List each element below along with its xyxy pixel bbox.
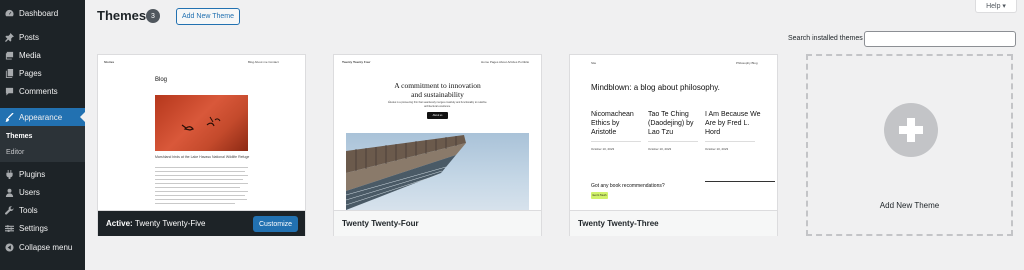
theme-name: Twenty Twenty-Three — [578, 219, 659, 228]
sidebar-item-label: Collapse menu — [19, 242, 73, 252]
preview-headline: Mindblown: a blog about philosophy. — [591, 83, 720, 92]
theme-card-footer-active: Active: Twenty Twenty-Five Customize — [98, 210, 305, 236]
sidebar-item-comments[interactable]: Comments — [0, 82, 85, 100]
preview-post-title: Marshland birds at the Lake Havasu Natio… — [155, 155, 250, 159]
sidebar-item-label: Dashboard — [19, 8, 59, 18]
preview-text-line — [155, 187, 240, 188]
preview-post-date: October 10, 2023 — [705, 147, 729, 151]
preview-text-line — [155, 195, 245, 196]
preview-heading: Blog — [155, 77, 168, 83]
theme-card-twenty-twenty-four[interactable]: Twenty Twenty Four Home Pages About Arti… — [333, 54, 542, 236]
brush-icon — [4, 112, 14, 122]
page-title: Themes — [97, 8, 147, 23]
sidebar-item-media[interactable]: Media — [0, 46, 85, 64]
preview-button: About us — [427, 112, 448, 119]
preview-excerpt-line — [648, 141, 698, 142]
preview-post-title: Nicomachean Ethics by Aristotle — [591, 111, 634, 136]
media-icon — [4, 50, 14, 60]
users-icon — [4, 187, 14, 197]
sidebar-item-dashboard[interactable]: Dashboard — [0, 4, 85, 22]
customize-button[interactable]: Customize — [253, 216, 298, 232]
preview-headline: A commitment to innovation — [394, 81, 481, 90]
sidebar-item-label: Posts — [19, 32, 40, 42]
add-new-theme-card[interactable]: Add New Theme — [806, 54, 1013, 236]
theme-screenshot[interactable]: Site Philosophy Blog Mindblown: a blog a… — [570, 55, 777, 210]
preview-subtitle: Études is a pioneering firm that seamles… — [388, 101, 487, 108]
plus-icon-bar — [907, 118, 915, 142]
preview-nav: Philosophy Blog — [736, 61, 758, 65]
preview-text-line — [155, 199, 247, 200]
sidebar-item-label: Tools — [19, 205, 38, 215]
sidebar-item-label: Pages — [19, 68, 42, 78]
wrench-icon — [4, 205, 14, 215]
preview-site-title: Site — [591, 61, 597, 65]
preview-post-date: October 10, 2023 — [648, 147, 672, 151]
preview-excerpt-line — [705, 141, 755, 142]
plus-icon — [884, 103, 938, 157]
search-label: Search installed themes — [788, 35, 863, 42]
preview-cta-button: Get In Touch — [591, 192, 608, 199]
sidebar-item-pages[interactable]: Pages — [0, 64, 85, 82]
preview-nav: Blog About me Contact — [248, 60, 279, 64]
active-label: Active: — [106, 219, 133, 228]
preview-post-date: October 10, 2023 — [591, 147, 615, 151]
collapse-menu-button[interactable]: Collapse menu — [0, 238, 85, 256]
pages-icon — [4, 68, 14, 78]
submenu-item-themes[interactable]: Themes — [6, 133, 32, 140]
sidebar-item-label: Appearance — [19, 112, 63, 122]
add-new-theme-button[interactable]: Add New Theme — [176, 8, 240, 25]
preview-post-title: Tao Te Ching (Daodejing) by Lao Tzu — [648, 111, 694, 136]
preview-building-image — [345, 133, 529, 210]
appearance-submenu: Themes Editor — [0, 126, 85, 162]
pin-icon — [4, 32, 14, 42]
sidebar-item-label: Comments — [19, 86, 58, 96]
sidebar-item-label: Media — [19, 50, 41, 60]
theme-name: Twenty Twenty-Five — [134, 219, 206, 228]
preview-headline: and sustainability — [411, 90, 464, 99]
theme-screenshot[interactable]: Stories Blog About me Contact Blog Marsh… — [98, 55, 305, 210]
theme-card-footer: Twenty Twenty-Four — [334, 210, 541, 236]
theme-card-twenty-twenty-three[interactable]: Site Philosophy Blog Mindblown: a blog a… — [569, 54, 778, 236]
preview-text-line — [155, 203, 235, 204]
sidebar-item-tools[interactable]: Tools — [0, 201, 85, 219]
preview-excerpt-line — [591, 141, 641, 142]
sidebar-item-settings[interactable]: Settings — [0, 219, 85, 237]
preview-text-line — [155, 175, 248, 176]
preview-hero-image — [155, 95, 248, 151]
theme-screenshot[interactable]: Twenty Twenty Four Home Pages About Arti… — [334, 55, 541, 210]
settings-icon — [4, 223, 14, 233]
plugin-icon — [4, 169, 14, 179]
search-themes-input[interactable] — [864, 31, 1016, 47]
theme-card-twenty-twenty-five[interactable]: Stories Blog About me Contact Blog Marsh… — [97, 54, 306, 236]
preview-nav: Home Pages About Articles Portfolio — [481, 60, 530, 64]
add-new-theme-label: Add New Theme — [879, 201, 940, 210]
preview-site-title: Stories — [104, 60, 115, 64]
sidebar-item-label: Plugins — [19, 169, 46, 179]
sidebar-item-users[interactable]: Users — [0, 183, 85, 201]
submenu-item-editor[interactable]: Editor — [6, 149, 24, 156]
comments-icon — [4, 86, 14, 96]
preview-text-line — [155, 167, 248, 168]
preview-site-title: Twenty Twenty Four — [342, 60, 371, 64]
admin-sidebar: Dashboard Posts Media Pages Comments App… — [0, 0, 85, 270]
sidebar-item-plugins[interactable]: Plugins — [0, 165, 85, 183]
sidebar-item-label: Users — [19, 187, 40, 197]
preview-text-line — [155, 183, 248, 184]
theme-count-badge: 3 — [146, 9, 160, 23]
preview-text-line — [155, 191, 248, 192]
preview-cta-text: Got any book recommendations? — [591, 183, 665, 189]
preview-text-line — [155, 179, 243, 180]
preview-divider — [705, 181, 775, 182]
preview-text-line — [155, 171, 245, 172]
dashboard-icon — [4, 8, 14, 18]
preview-post-title: I Am Because We Are by Fred L. Hord — [705, 111, 761, 136]
sidebar-item-appearance[interactable]: Appearance — [0, 108, 85, 126]
theme-card-footer: Twenty Twenty-Three — [570, 210, 777, 236]
collapse-icon — [4, 242, 14, 252]
theme-name: Twenty Twenty-Four — [342, 219, 419, 228]
sidebar-item-label: Settings — [19, 223, 48, 233]
sidebar-item-posts[interactable]: Posts — [0, 28, 85, 46]
help-tab-button[interactable]: Help ▾ — [975, 0, 1017, 13]
